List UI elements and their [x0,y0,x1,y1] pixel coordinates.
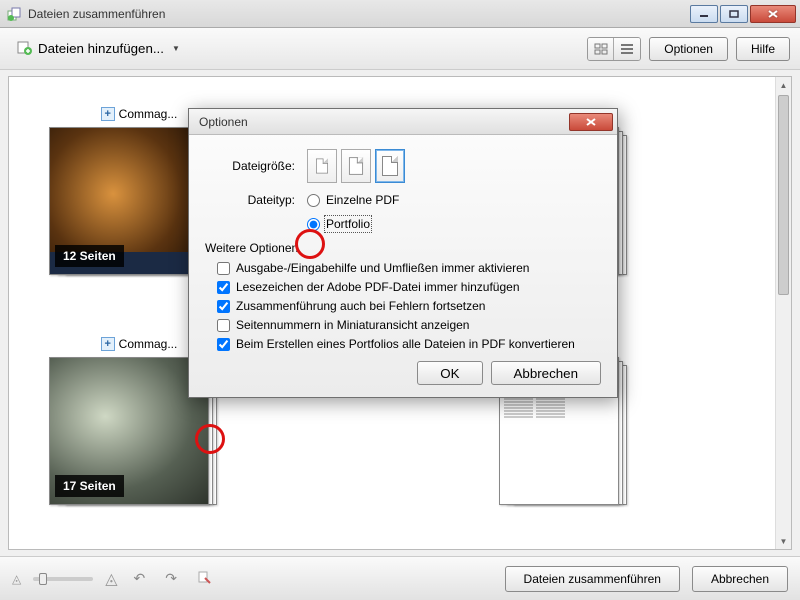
filesize-large-button[interactable] [375,149,405,183]
add-files-icon [16,39,32,58]
titlebar: Dateien zusammenführen [0,0,800,28]
dialog-titlebar: Optionen [189,109,617,135]
zoom-out-icon: ◬ [12,572,21,586]
redo-button[interactable]: ↷ [161,568,181,589]
filesize-medium-button[interactable] [341,149,371,183]
chevron-down-icon: ▼ [172,44,180,53]
opt-continue-errors-checkbox[interactable]: Zusammenführung auch bei Fehlern fortset… [217,299,601,313]
opt-bookmarks-checkbox[interactable]: Lesezeichen der Adobe PDF-Datei immer hi… [217,280,601,294]
scrollbar-thumb[interactable] [778,95,789,295]
opt-pagenumbers-checkbox[interactable]: Seitennummern in Miniaturansicht anzeige… [217,318,601,332]
list-view-button[interactable] [614,38,640,60]
dialog-title: Optionen [199,115,569,129]
page-count-badge: 12 Seiten [55,245,124,267]
dialog-close-button[interactable] [569,113,613,131]
filetype-single-radio[interactable]: Einzelne PDF [307,193,399,207]
minimize-button[interactable] [690,5,718,23]
window-title: Dateien zusammenführen [28,7,688,21]
filetype-portfolio-radio[interactable]: Portfolio [307,217,370,231]
dialog-ok-button[interactable]: OK [417,361,482,385]
thumbnail-view-button[interactable] [588,38,614,60]
add-files-button[interactable]: Dateien hinzufügen... ▼ [10,35,186,62]
more-options-heading: Weitere Optionen [205,241,601,255]
options-button[interactable]: Optionen [649,37,728,61]
footer: ◬ ◬ ↶ ↷ Dateien zusammenführen Abbrechen [0,556,800,600]
expand-icon[interactable]: + [101,107,115,121]
maximize-button[interactable] [720,5,748,23]
view-toggle [587,37,641,61]
toolbar: Dateien hinzufügen... ▼ Optionen Hilfe [0,28,800,70]
close-button[interactable] [750,5,796,23]
options-dialog: Optionen Dateigröße: Dateityp: Einzelne … [188,108,618,398]
filesize-small-button[interactable] [307,149,337,183]
scroll-up-icon[interactable]: ▲ [776,77,791,93]
opt-accessibility-checkbox[interactable]: Ausgabe-/Eingabehilfe und Umfließen imme… [217,261,601,275]
zoom-slider[interactable] [33,577,93,581]
page-count-badge: 17 Seiten [55,475,124,497]
help-button[interactable]: Hilfe [736,37,790,61]
filesize-label: Dateigröße: [205,159,295,173]
remove-button[interactable] [193,568,215,589]
undo-button[interactable]: ↶ [130,568,150,589]
opt-convert-pdf-checkbox[interactable]: Beim Erstellen eines Portfolios alle Dat… [217,337,601,351]
cancel-button[interactable]: Abbrechen [692,566,788,592]
vertical-scrollbar[interactable]: ▲ ▼ [775,77,791,549]
scroll-down-icon[interactable]: ▼ [776,533,791,549]
zoom-in-icon: ◬ [105,569,117,589]
app-icon [6,6,22,22]
filetype-label: Dateityp: [205,193,295,207]
combine-button[interactable]: Dateien zusammenführen [505,566,680,592]
expand-icon[interactable]: + [101,337,115,351]
dialog-cancel-button[interactable]: Abbrechen [491,361,601,385]
